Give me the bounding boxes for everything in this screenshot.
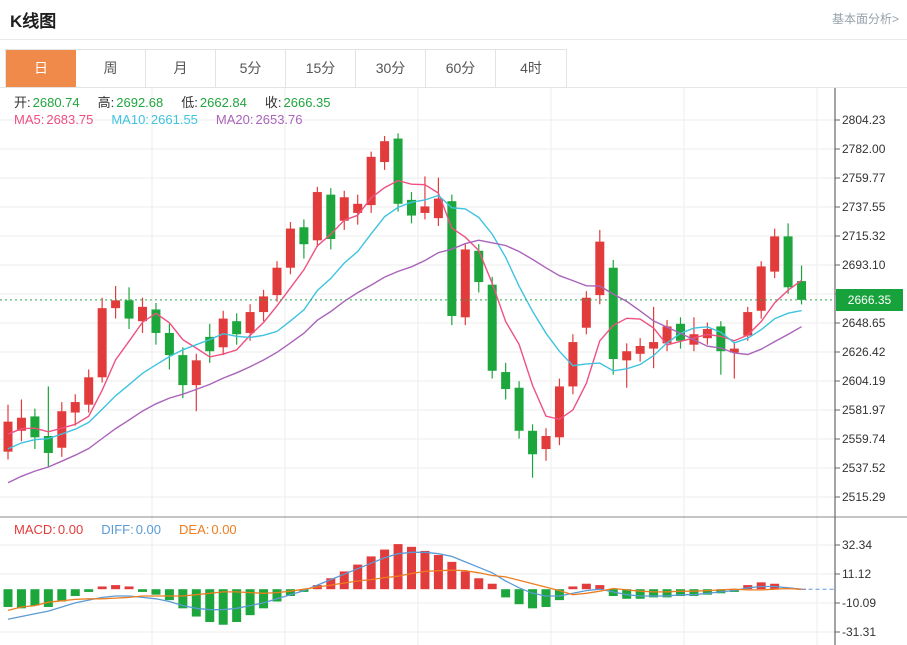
macd-readout: MACD:0.00DIFF:0.00DEA:0.00 — [14, 522, 237, 537]
tab-4hour[interactable]: 4时 — [496, 50, 566, 87]
ma-ma20-label: MA20: — [216, 112, 254, 127]
macd-dea-label: DEA: — [179, 522, 209, 537]
tab-day[interactable]: 日 — [6, 50, 76, 87]
price-tick-label: 2715.32 — [842, 229, 904, 243]
macd-diff-label: DIFF: — [101, 522, 134, 537]
tab-5min[interactable]: 5分 — [216, 50, 286, 87]
ma-ma5-value: 2683.75 — [46, 112, 93, 127]
price-tick-label: 2604.19 — [842, 374, 904, 388]
period-tab-bar: 日周月5分15分30分60分4时 — [5, 49, 567, 88]
macd-tick-label: 32.34 — [842, 538, 904, 552]
macd-tick-label: 11.12 — [842, 567, 904, 581]
price-tick-label: 2559.74 — [842, 432, 904, 446]
tab-30min[interactable]: 30分 — [356, 50, 426, 87]
price-tick-label: 2626.42 — [842, 345, 904, 359]
macd-macd-label: MACD: — [14, 522, 56, 537]
fundamental-analysis-link[interactable]: 基本面分析> — [832, 10, 899, 27]
ma-ma10-label: MA10: — [111, 112, 149, 127]
price-tick-label: 2737.55 — [842, 200, 904, 214]
tab-15min[interactable]: 15分 — [286, 50, 356, 87]
ohlc-open-label: 开: — [14, 95, 31, 110]
macd-tick-label: -31.31 — [842, 625, 904, 639]
ohlc-close-value: 2666.35 — [284, 95, 331, 110]
tab-60min[interactable]: 60分 — [426, 50, 496, 87]
price-tick-label: 2804.23 — [842, 113, 904, 127]
macd-dea-value: 0.00 — [211, 522, 236, 537]
macd-macd-value: 0.00 — [58, 522, 83, 537]
tab-week[interactable]: 周 — [76, 50, 146, 87]
ohlc-open-value: 2680.74 — [33, 95, 80, 110]
ma-readout: MA5:2683.75 MA10:2661.55 MA20:2653.76 — [14, 112, 303, 127]
ma-ma20-value: 2653.76 — [256, 112, 303, 127]
price-tick-label: 2782.00 — [842, 142, 904, 156]
ohlc-readout: 开:2680.74 高:2692.68 低:2662.84 收:2666.35 — [14, 92, 331, 111]
price-tick-label: 2693.10 — [842, 258, 904, 272]
macd-tick-label: -10.09 — [842, 596, 904, 610]
macd-diff-value: 0.00 — [136, 522, 161, 537]
page-title: K线图 — [10, 7, 56, 32]
ohlc-close-label: 收: — [265, 95, 282, 110]
tab-month[interactable]: 月 — [146, 50, 216, 87]
ohlc-high-label: 高: — [98, 95, 115, 110]
price-tick-label: 2648.65 — [842, 316, 904, 330]
price-tick-label: 2581.97 — [842, 403, 904, 417]
current-price-badge: 2666.35 — [836, 289, 903, 311]
ohlc-high-value: 2692.68 — [116, 95, 163, 110]
ma-ma5-label: MA5: — [14, 112, 44, 127]
price-tick-label: 2537.52 — [842, 461, 904, 475]
price-tick-label: 2759.77 — [842, 171, 904, 185]
macd-pane-area[interactable] — [0, 518, 835, 645]
price-tick-label: 2515.29 — [842, 490, 904, 504]
ohlc-low-label: 低: — [181, 95, 198, 110]
ma-ma10-value: 2661.55 — [151, 112, 198, 127]
main-chart-area[interactable] — [0, 88, 835, 517]
ohlc-low-value: 2662.84 — [200, 95, 247, 110]
